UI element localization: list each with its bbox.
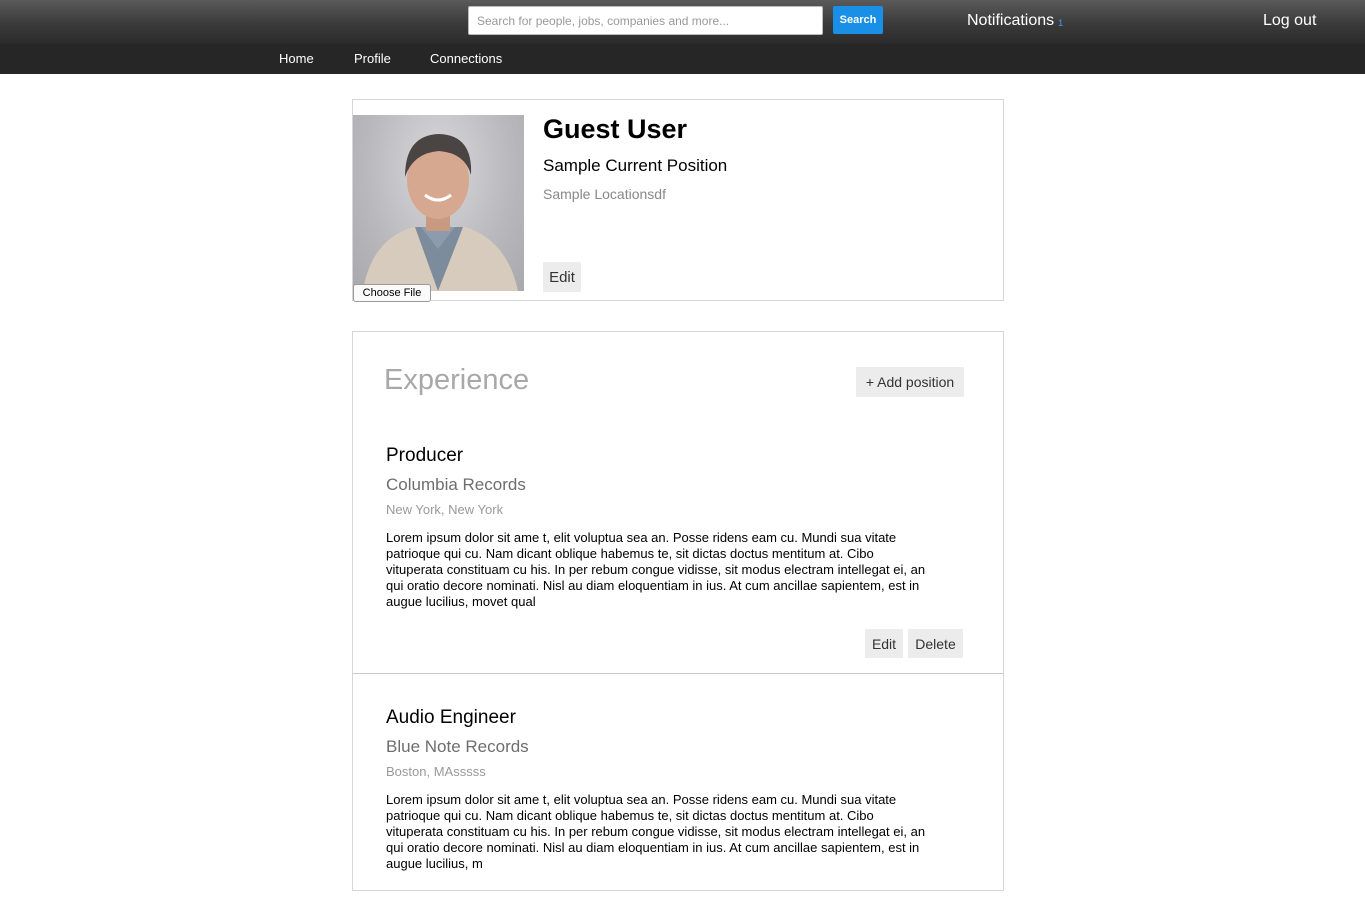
profile-position: Sample Current Position (543, 156, 728, 175)
notifications-link[interactable]: Notifications 1 (967, 12, 1063, 30)
job-company: Blue Note Records (386, 737, 529, 756)
profile-photo-image (363, 134, 518, 291)
logout-link[interactable]: Log out (1263, 12, 1316, 30)
job-description: Lorem ipsum dolor sit ame t, elit volupt… (386, 792, 971, 872)
notifications-label: Notifications (967, 12, 1055, 29)
job-company: Columbia Records (386, 475, 526, 494)
description-line: augue lucilius, movet qual (386, 594, 536, 609)
nav-item-profile[interactable]: Profile (354, 51, 391, 66)
nav-item-connections[interactable]: Connections (430, 51, 502, 66)
job-title: Audio Engineer (386, 707, 516, 728)
profile-name: Guest User (543, 114, 688, 144)
description-line: Lorem ipsum dolor sit ame t, elit volupt… (386, 530, 897, 545)
edit-position-button[interactable]: Edit (865, 629, 903, 658)
nav-bar: Home Profile Connections (0, 44, 1365, 74)
profile-location: Sample Locationsdf (543, 186, 666, 202)
experience-card: Experience + Add position Producer Colum… (352, 331, 1004, 891)
profile-photo (353, 115, 524, 291)
experience-title: Experience (384, 364, 530, 396)
search-input[interactable] (468, 6, 823, 35)
description-line: vituperata constituam cu his. In per reb… (386, 824, 926, 839)
add-position-button[interactable]: + Add position (856, 367, 964, 397)
profile-card: Choose File Guest User Sample Current Po… (352, 99, 1004, 302)
description-line: patrioque qui cu. Nam dicant oblique hab… (386, 808, 874, 823)
description-line: qui oratio decore nominati. Nisl au diam… (386, 840, 920, 855)
description-line: patrioque qui cu. Nam dicant oblique hab… (386, 546, 874, 561)
nav-item-home[interactable]: Home (279, 51, 314, 66)
top-bar: Search Notifications1 Log out (0, 0, 1365, 44)
experience-item: Producer Columbia Records New York, New … (353, 427, 1003, 674)
experience-item: Audio Engineer Blue Note Records Boston,… (353, 675, 1003, 905)
description-line: qui oratio decore nominati. Nisl au diam… (386, 578, 920, 593)
job-location: New York, New York (386, 502, 504, 517)
edit-profile-button[interactable]: Edit (543, 262, 581, 292)
notifications-count-badge: 1 (1058, 18, 1064, 28)
choose-file-button[interactable]: Choose File (353, 284, 431, 302)
description-line: augue lucilius, m (386, 856, 483, 871)
search-button[interactable]: Search (833, 6, 883, 34)
delete-position-button[interactable]: Delete (908, 629, 963, 658)
job-title: Producer (386, 445, 464, 466)
job-description: Lorem ipsum dolor sit ame t, elit volupt… (386, 530, 971, 610)
description-line: vituperata constituam cu his. In per reb… (386, 562, 926, 577)
job-location: Boston, MAsssss (386, 764, 486, 779)
description-line: Lorem ipsum dolor sit ame t, elit volupt… (386, 792, 897, 807)
